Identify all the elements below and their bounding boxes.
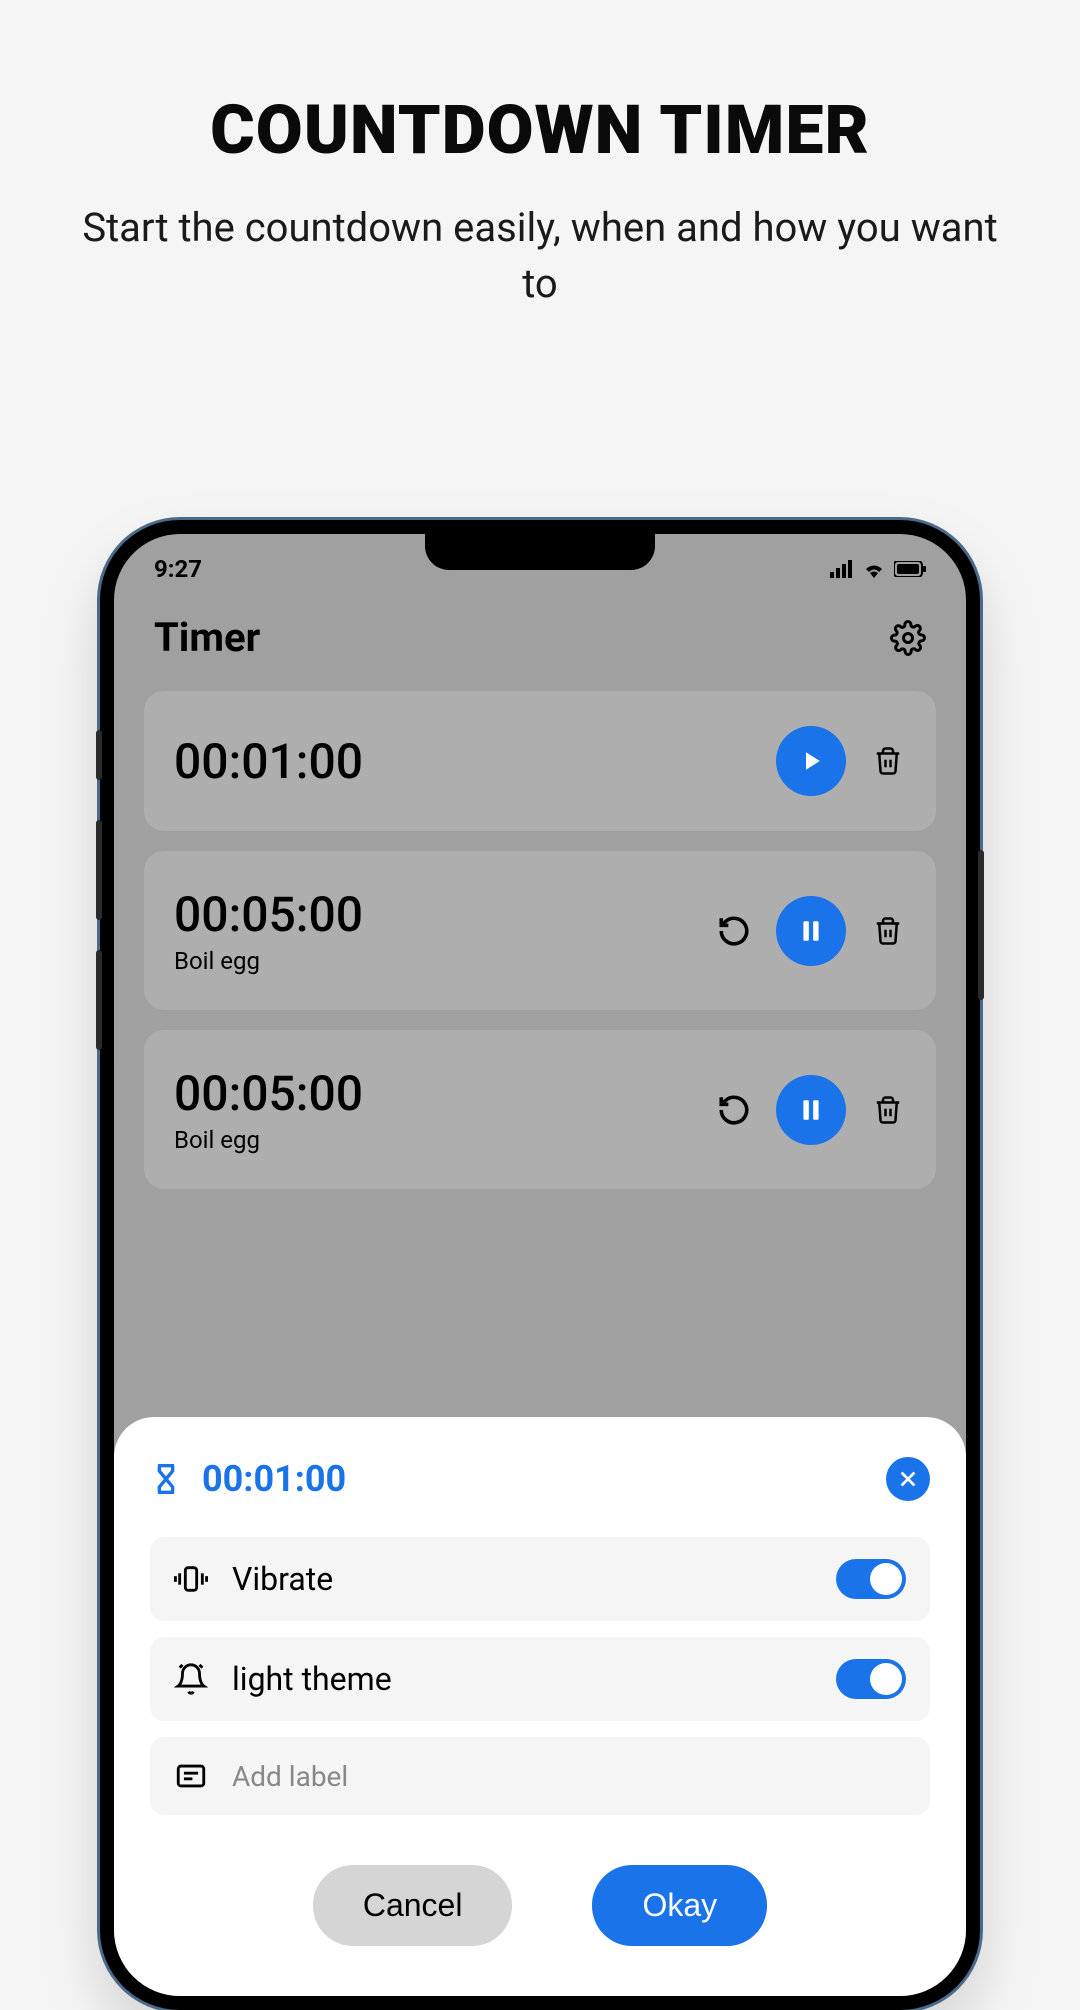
okay-button[interactable]: Okay	[592, 1865, 767, 1946]
trash-icon	[873, 746, 903, 776]
bell-icon	[174, 1662, 208, 1696]
close-button[interactable]	[886, 1457, 930, 1501]
timer-card[interactable]: 00:05:00 Boil egg	[144, 1030, 936, 1189]
pause-icon	[798, 918, 824, 944]
timer-info: 00:05:00 Boil egg	[174, 1065, 716, 1154]
play-icon	[796, 746, 826, 776]
sheet-time-group: 00:01:00	[150, 1458, 346, 1500]
label-icon	[174, 1759, 208, 1793]
delete-button[interactable]	[870, 743, 906, 779]
reset-icon	[717, 1093, 751, 1127]
wifi-icon	[862, 560, 886, 578]
timer-time: 00:05:00	[174, 1065, 716, 1122]
settings-button[interactable]	[890, 620, 926, 656]
timer-time: 00:01:00	[174, 733, 776, 790]
phone-frame: 9:27 Timer 00:01:00	[100, 520, 980, 2010]
trash-icon	[873, 1095, 903, 1125]
phone-volume-down	[96, 950, 102, 1050]
delete-button[interactable]	[870, 913, 906, 949]
theme-toggle[interactable]	[836, 1659, 906, 1699]
vibrate-setting[interactable]: Vibrate	[150, 1537, 930, 1621]
label-setting[interactable]: Add label	[150, 1737, 930, 1815]
setting-left: Vibrate	[174, 1560, 333, 1598]
phone-power-button	[978, 850, 984, 1000]
setting-left: light theme	[174, 1660, 392, 1698]
hourglass-icon	[150, 1461, 182, 1497]
vibrate-label: Vibrate	[232, 1560, 333, 1598]
pause-icon	[798, 1097, 824, 1123]
timer-info: 00:01:00	[174, 733, 776, 790]
cancel-button[interactable]: Cancel	[313, 1865, 513, 1946]
reset-button[interactable]	[716, 1092, 752, 1128]
sheet-buttons: Cancel Okay	[150, 1865, 930, 1946]
cellular-icon	[830, 560, 854, 578]
timer-actions	[716, 1075, 906, 1145]
app-header: Timer	[114, 594, 966, 691]
close-icon	[897, 1468, 919, 1490]
page-title: COUNTDOWN TIMER	[0, 90, 1080, 170]
status-time: 9:27	[154, 555, 202, 583]
timer-card[interactable]: 00:01:00	[144, 691, 936, 831]
delete-button[interactable]	[870, 1092, 906, 1128]
reset-icon	[717, 914, 751, 948]
trash-icon	[873, 916, 903, 946]
vibrate-icon	[174, 1562, 208, 1596]
theme-setting[interactable]: light theme	[150, 1637, 930, 1721]
page-subtitle: Start the countdown easily, when and how…	[0, 200, 1080, 312]
timer-info: 00:05:00 Boil egg	[174, 886, 716, 975]
addlabel-placeholder: Add label	[232, 1760, 348, 1793]
pause-button[interactable]	[776, 1075, 846, 1145]
gear-icon	[890, 620, 926, 656]
phone-volume-up	[96, 820, 102, 920]
timer-actions	[716, 896, 906, 966]
timer-card[interactable]: 00:05:00 Boil egg	[144, 851, 936, 1010]
battery-icon	[894, 561, 926, 577]
setting-left: Add label	[174, 1759, 348, 1793]
sheet-header: 00:01:00	[150, 1457, 930, 1501]
status-icons	[830, 560, 926, 578]
phone-notch	[425, 534, 655, 570]
reset-button[interactable]	[716, 913, 752, 949]
timer-label: Boil egg	[174, 1126, 716, 1154]
play-button[interactable]	[776, 726, 846, 796]
phone-screen: 9:27 Timer 00:01:00	[114, 534, 966, 1996]
sheet-time: 00:01:00	[202, 1458, 346, 1500]
theme-label: light theme	[232, 1660, 392, 1698]
bottom-sheet: 00:01:00 Vibrate light theme	[114, 1417, 966, 1996]
timer-label: Boil egg	[174, 947, 716, 975]
pause-button[interactable]	[776, 896, 846, 966]
app-title: Timer	[154, 614, 260, 661]
phone-side-button	[96, 730, 102, 780]
timer-list: 00:01:00 00:05:00 Boil egg	[114, 691, 966, 1189]
vibrate-toggle[interactable]	[836, 1559, 906, 1599]
timer-time: 00:05:00	[174, 886, 716, 943]
timer-actions	[776, 726, 906, 796]
